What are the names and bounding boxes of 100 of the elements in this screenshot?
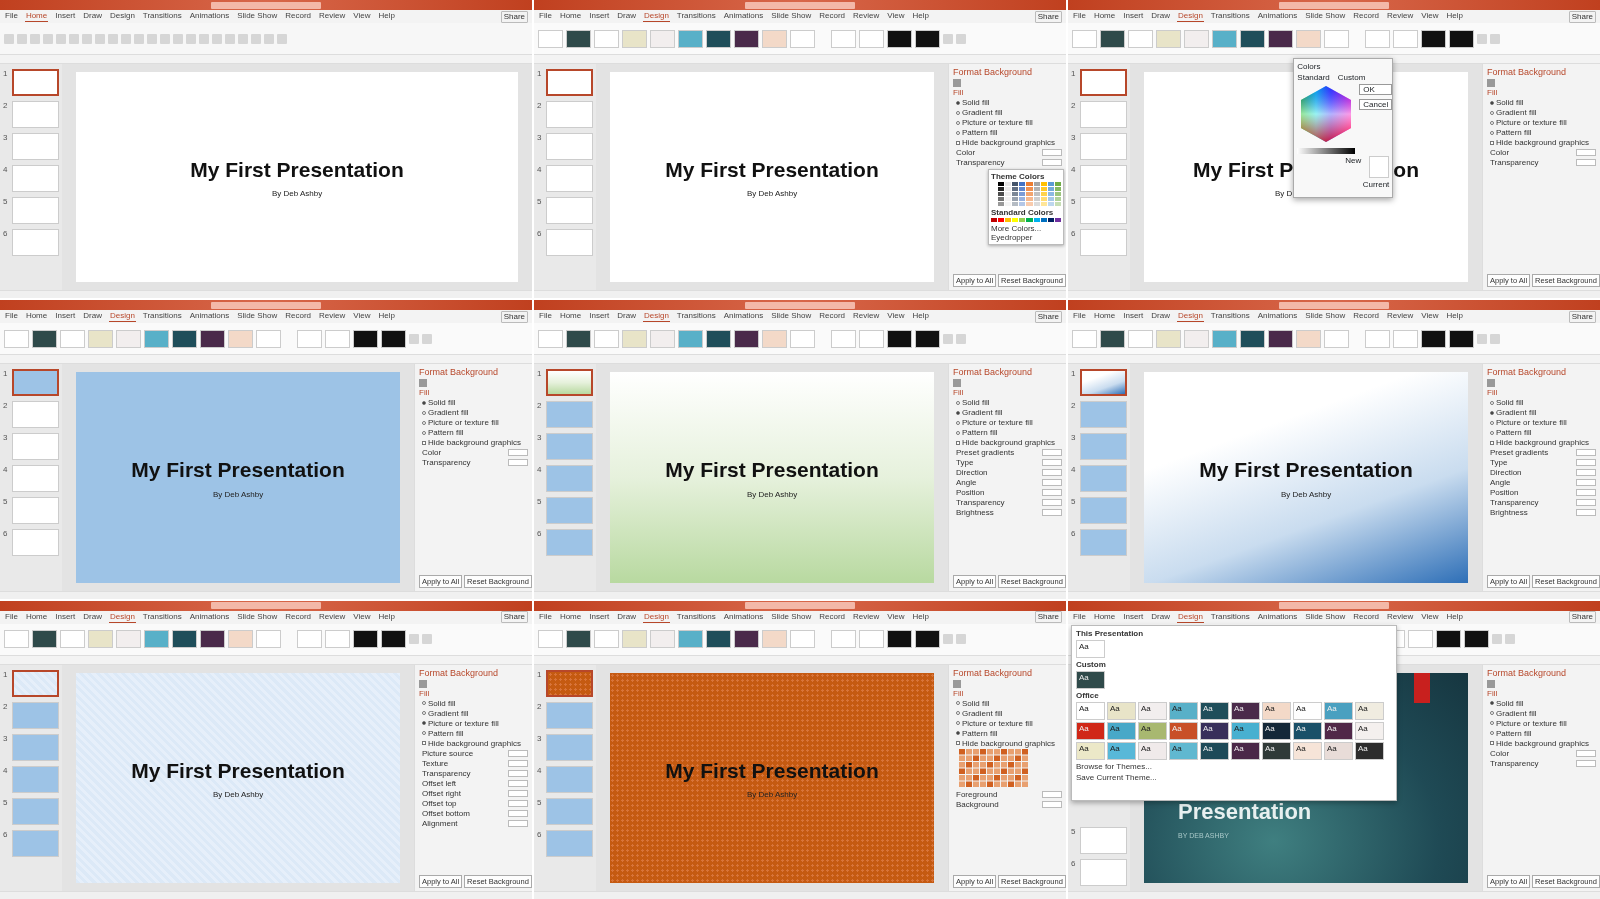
tool-icon[interactable] [108, 33, 118, 44]
ribbon-tab[interactable]: View [1420, 11, 1440, 22]
share-button[interactable]: Share [1568, 10, 1596, 23]
theme-thumbnail[interactable]: Aa [1107, 721, 1136, 740]
ribbon-tab[interactable]: Record [284, 611, 313, 623]
theme-thumbnail[interactable] [1156, 29, 1181, 48]
theme-thumbnail[interactable] [1128, 329, 1153, 348]
input-field[interactable] [508, 759, 528, 767]
variant-thumbnail[interactable] [887, 29, 912, 48]
radio-button[interactable] [422, 420, 426, 425]
share-button[interactable]: Share [500, 310, 528, 323]
ribbon-tab[interactable]: Transitions [1209, 11, 1251, 22]
search-field[interactable] [1279, 1, 1389, 9]
fill-icon[interactable] [419, 679, 427, 688]
radio-button[interactable] [1490, 120, 1494, 125]
theme-thumbnail[interactable] [734, 329, 759, 348]
theme-thumbnail[interactable]: Aa [1293, 721, 1322, 740]
variant-thumbnail[interactable] [915, 630, 940, 649]
theme-thumbnail[interactable]: Aa [1324, 741, 1353, 760]
variant-thumbnail[interactable] [381, 329, 406, 348]
theme-thumbnail[interactable]: Aa [1107, 701, 1136, 720]
section-header[interactable]: Fill [953, 388, 1062, 398]
ribbon-tab[interactable]: View [886, 611, 906, 623]
tool-icon[interactable] [82, 33, 92, 44]
menu-item[interactable]: Save Current Theme... [1076, 772, 1392, 782]
theme-thumbnail[interactable] [622, 630, 647, 649]
search-field[interactable] [211, 602, 321, 610]
theme-thumbnail[interactable]: Aa [1262, 741, 1291, 760]
variant-thumbnail[interactable] [1365, 329, 1390, 348]
input-field[interactable] [1576, 509, 1596, 517]
theme-thumbnail[interactable]: Aa [1200, 701, 1229, 720]
ribbon-tab[interactable]: Draw [1150, 11, 1171, 22]
ribbon-tab[interactable]: Transitions [1209, 611, 1251, 623]
variant-thumbnail[interactable] [353, 329, 378, 348]
ribbon-tab[interactable]: Help [911, 311, 930, 323]
theme-thumbnail[interactable] [566, 29, 591, 48]
theme-thumbnail[interactable] [1072, 329, 1097, 348]
radio-button[interactable] [956, 701, 960, 706]
theme-thumbnail[interactable]: Aa [1138, 741, 1167, 760]
ribbon-tab[interactable]: Record [818, 611, 847, 623]
ribbon-tab[interactable]: Slide Show [1304, 11, 1347, 22]
theme-thumbnail[interactable] [1128, 29, 1153, 48]
checkbox[interactable] [1490, 741, 1494, 746]
theme-thumbnail[interactable] [1100, 29, 1125, 48]
theme-thumbnail[interactable] [678, 29, 703, 48]
ribbon-tab[interactable]: Design [642, 311, 670, 323]
ribbon-tab[interactable]: View [886, 11, 906, 22]
tool-icon[interactable] [409, 333, 419, 344]
ribbon-tab[interactable]: Record [284, 311, 313, 323]
variant-thumbnail[interactable] [831, 329, 856, 348]
theme-thumbnail[interactable]: Aa [1262, 701, 1291, 720]
menu-item[interactable]: More Colors... [991, 224, 1061, 233]
ribbon-tab[interactable]: Review [318, 11, 347, 22]
input-field[interactable] [1576, 759, 1596, 767]
ribbon-tab[interactable]: File [1072, 611, 1087, 623]
tool-icon[interactable] [121, 33, 131, 44]
ribbon-tab[interactable]: Transitions [675, 11, 717, 22]
theme-thumbnail[interactable]: Aa [1076, 701, 1105, 720]
theme-thumbnail[interactable]: Aa [1076, 741, 1105, 760]
input-field[interactable] [1042, 459, 1062, 467]
menu-item[interactable]: Browse for Themes... [1076, 761, 1392, 771]
radio-button[interactable] [422, 400, 426, 405]
variant-thumbnail[interactable] [887, 329, 912, 348]
ribbon-tab[interactable]: Slide Show [770, 311, 813, 323]
radio-button[interactable] [422, 711, 426, 716]
tool-icon[interactable] [422, 333, 432, 344]
theme-thumbnail[interactable]: Aa [1138, 721, 1167, 740]
theme-thumbnail[interactable] [594, 29, 619, 48]
ribbon-tab[interactable]: Review [1386, 11, 1415, 22]
variant-thumbnail[interactable] [859, 29, 884, 48]
radio-button[interactable] [956, 130, 960, 135]
tool-icon[interactable] [95, 33, 105, 44]
ribbon-tab[interactable]: Design [642, 611, 670, 623]
tool-icon[interactable] [1490, 33, 1500, 44]
ribbon-tab[interactable]: Draw [82, 11, 103, 22]
theme-thumbnail[interactable]: Aa [1200, 741, 1229, 760]
ribbon-tab[interactable]: Animations [188, 311, 231, 323]
input-field[interactable] [508, 789, 528, 797]
ribbon-tab[interactable]: Home [558, 11, 583, 22]
ribbon-tab[interactable]: File [538, 11, 553, 22]
radio-button[interactable] [1490, 701, 1494, 706]
variant-thumbnail[interactable] [859, 329, 884, 348]
theme-thumbnail[interactable] [706, 329, 731, 348]
theme-thumbnail[interactable] [706, 630, 731, 649]
variant-thumbnail[interactable] [831, 630, 856, 649]
fill-icon[interactable] [1487, 379, 1495, 388]
theme-thumbnail[interactable] [566, 329, 591, 348]
ribbon-tab[interactable]: Home [1092, 11, 1117, 22]
tool-icon[interactable] [1477, 333, 1487, 344]
ribbon-tab[interactable]: File [4, 611, 19, 623]
input-field[interactable] [1576, 159, 1596, 166]
radio-button[interactable] [1490, 130, 1494, 135]
radio-button[interactable] [1490, 400, 1494, 405]
input-field[interactable] [1576, 749, 1596, 757]
ribbon-tab[interactable]: Draw [616, 11, 637, 22]
ribbon-tab[interactable]: Draw [82, 611, 103, 623]
tool-icon[interactable] [943, 333, 953, 344]
ribbon-tab[interactable]: Home [1092, 311, 1117, 323]
ribbon-tab[interactable]: Draw [616, 611, 637, 623]
search-field[interactable] [745, 1, 855, 9]
